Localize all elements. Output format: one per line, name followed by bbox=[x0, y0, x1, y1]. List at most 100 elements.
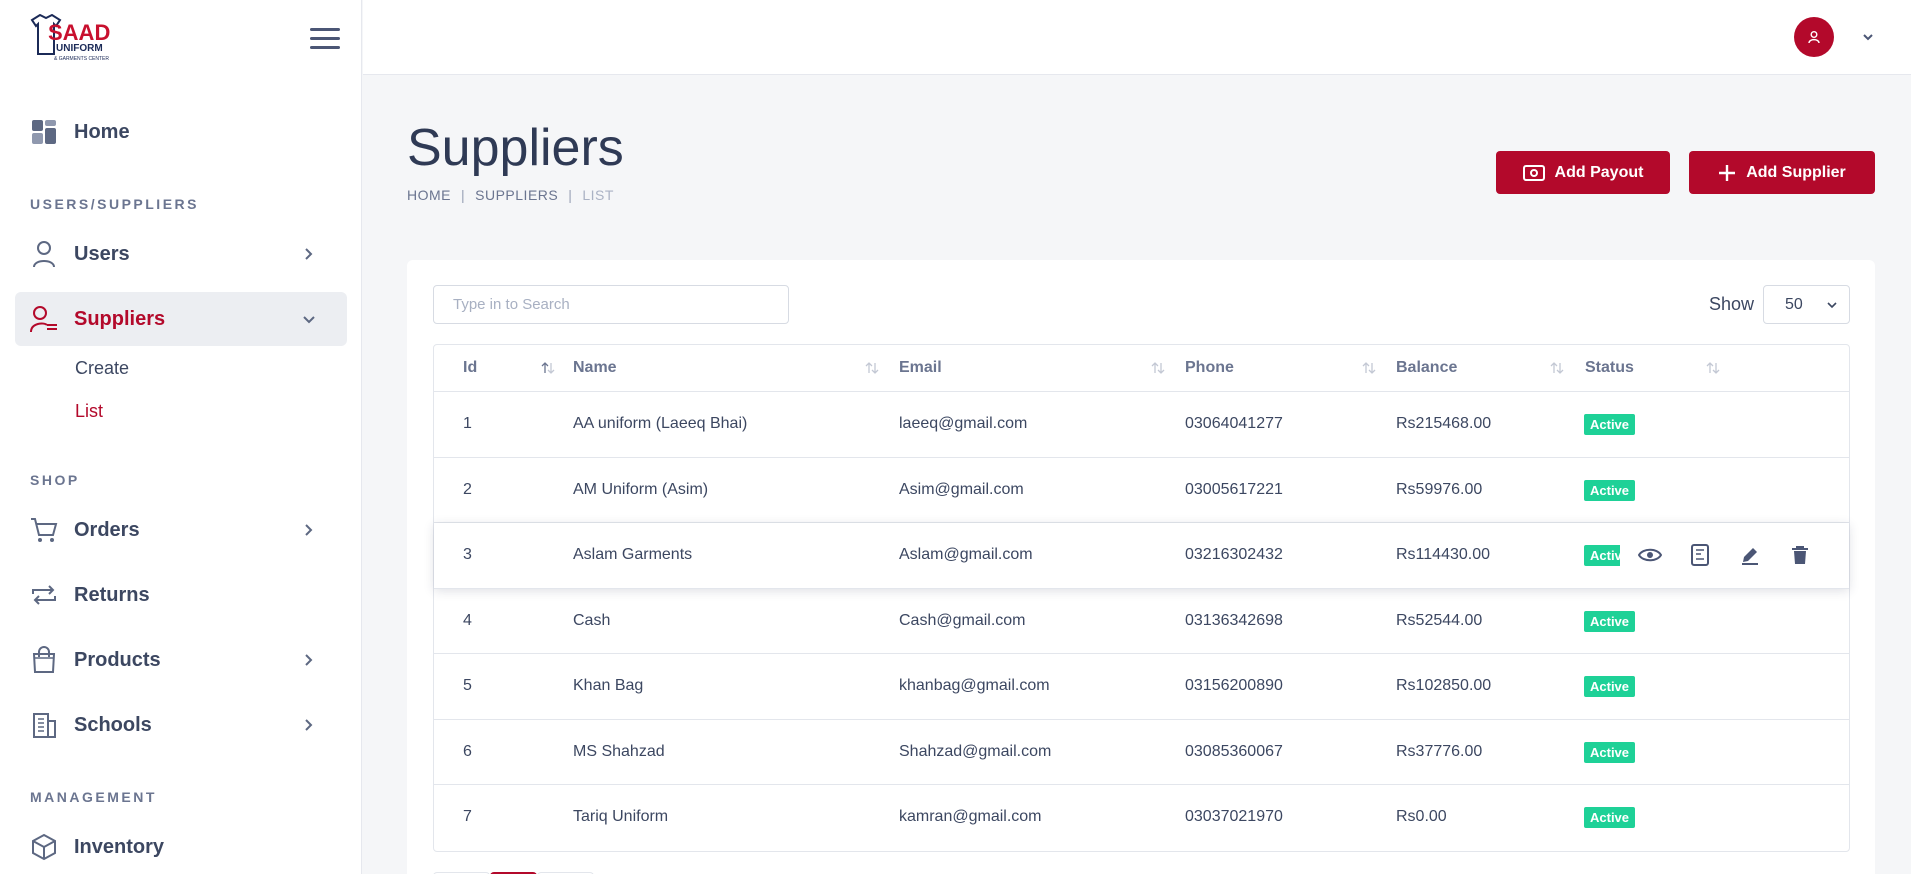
chevron-down-icon[interactable] bbox=[1860, 29, 1876, 45]
cell-email: Asim@gmail.com bbox=[899, 480, 1024, 498]
column-header-id[interactable]: Id bbox=[463, 359, 477, 377]
breadcrumb-separator: | bbox=[568, 187, 573, 203]
sidebar-subitem-list[interactable]: List bbox=[75, 401, 103, 422]
section-title-management: MANAGEMENT bbox=[30, 789, 157, 805]
svg-text:SAAD: SAAD bbox=[48, 20, 110, 45]
sort-icon[interactable] bbox=[1150, 360, 1166, 376]
sidebar: SAAD UNIFORM & GARMENTS CENTER Home USER… bbox=[0, 0, 362, 874]
sidebar-item-inventory[interactable]: Inventory bbox=[15, 820, 347, 874]
sidebar-item-label: Orders bbox=[74, 518, 140, 541]
table-header: Id Name Email Phone Balance Status bbox=[434, 345, 1849, 392]
breadcrumb-current: LIST bbox=[582, 187, 614, 203]
sidebar-item-label: Suppliers bbox=[74, 307, 166, 330]
sidebar-item-label: Returns bbox=[74, 583, 150, 606]
breadcrumb-suppliers[interactable]: SUPPLIERS bbox=[475, 187, 558, 203]
suppliers-card: Show 50 Id Name Email Phone Balance Stat… bbox=[407, 260, 1875, 874]
arrows-repeat-icon bbox=[30, 581, 58, 609]
sort-icon[interactable] bbox=[864, 360, 880, 376]
breadcrumb-home[interactable]: HOME bbox=[407, 187, 451, 203]
brand-logo[interactable]: SAAD UNIFORM & GARMENTS CENTER bbox=[28, 13, 114, 66]
table-row[interactable]: 7 Tariq Uniform kamran@gmail.com 0303702… bbox=[434, 785, 1849, 851]
column-header-email[interactable]: Email bbox=[899, 359, 942, 377]
column-header-name[interactable]: Name bbox=[573, 359, 617, 377]
delete-button[interactable] bbox=[1786, 541, 1814, 569]
cell-name: Cash bbox=[573, 611, 611, 629]
section-title-shop: SHOP bbox=[30, 472, 80, 488]
cell-id: 1 bbox=[463, 415, 472, 432]
cell-name: Khan Bag bbox=[573, 677, 644, 694]
column-header-status[interactable]: Status bbox=[1585, 359, 1634, 377]
add-payout-button[interactable]: Add Payout bbox=[1496, 151, 1670, 194]
table-row[interactable]: 6 MS Shahzad Shahzad@gmail.com 030853600… bbox=[434, 720, 1849, 785]
cell-name: Aslam Garments bbox=[573, 546, 693, 563]
user-avatar[interactable] bbox=[1794, 17, 1834, 57]
view-button[interactable] bbox=[1636, 541, 1664, 569]
page-size-label: Show bbox=[1709, 294, 1755, 314]
cell-name: AM Uniform (Asim) bbox=[573, 480, 709, 498]
sidebar-item-label: Products bbox=[74, 648, 161, 671]
column-header-phone[interactable]: Phone bbox=[1185, 359, 1234, 377]
chevron-right-icon bbox=[305, 248, 313, 260]
sidebar-item-products[interactable]: Products bbox=[15, 633, 347, 687]
add-supplier-label: Add Supplier bbox=[1746, 163, 1846, 181]
chevron-down-icon bbox=[303, 316, 315, 324]
cart-icon bbox=[30, 516, 58, 544]
table-row[interactable]: 5 Khan Bag khanbag@gmail.com 03156200890… bbox=[434, 654, 1849, 720]
user-icon bbox=[1808, 31, 1820, 44]
sidebar-item-users[interactable]: Users bbox=[15, 227, 347, 281]
cell-phone: 03085360067 bbox=[1185, 742, 1283, 760]
table-row[interactable]: 2 AM Uniform (Asim) Asim@gmail.com 03005… bbox=[434, 458, 1849, 523]
cell-name: MS Shahzad bbox=[573, 742, 665, 760]
cell-phone: 03005617221 bbox=[1185, 480, 1283, 498]
suppliers-table: Id Name Email Phone Balance Status 1 AA … bbox=[433, 344, 1850, 852]
sidebar-item-label: Users bbox=[74, 242, 130, 265]
status-badge: Active bbox=[1584, 479, 1636, 501]
sidebar-item-label: Schools bbox=[74, 713, 152, 736]
sort-icon[interactable] bbox=[1361, 360, 1377, 376]
cell-id: 5 bbox=[463, 677, 472, 694]
ledger-button[interactable] bbox=[1686, 541, 1714, 569]
page-size-select[interactable]: 50 bbox=[1763, 285, 1850, 324]
breadcrumb: HOME | SUPPLIERS | LIST bbox=[407, 187, 614, 203]
table-row[interactable]: 4 Cash Cash@gmail.com 03136342698 Rs5254… bbox=[434, 589, 1849, 654]
sidebar-item-label: Inventory bbox=[74, 835, 165, 858]
menu-toggle-icon[interactable] bbox=[310, 28, 340, 52]
cell-balance: Rs0.00 bbox=[1396, 808, 1447, 825]
breadcrumb-separator: | bbox=[461, 187, 466, 203]
money-icon bbox=[1522, 164, 1545, 181]
cell-balance: Rs215468.00 bbox=[1396, 415, 1492, 432]
sidebar-item-suppliers[interactable]: Suppliers bbox=[15, 292, 347, 346]
sidebar-item-home[interactable]: Home bbox=[15, 105, 347, 159]
column-header-balance[interactable]: Balance bbox=[1396, 359, 1457, 377]
sidebar-item-schools[interactable]: Schools bbox=[15, 698, 347, 752]
sidebar-subitem-create[interactable]: Create bbox=[75, 358, 129, 379]
sidebar-item-returns[interactable]: Returns bbox=[15, 568, 347, 622]
cell-id: 3 bbox=[463, 546, 472, 563]
sidebar-item-label: Home bbox=[74, 120, 130, 143]
dashboard-icon bbox=[30, 118, 58, 146]
table-row[interactable]: 3 Aslam Garments Aslam@gmail.com 0321630… bbox=[434, 523, 1849, 589]
row-actions bbox=[1620, 535, 1824, 575]
cell-email: Cash@gmail.com bbox=[899, 611, 1026, 629]
cell-phone: 03216302432 bbox=[1185, 546, 1283, 563]
cell-name: Tariq Uniform bbox=[573, 808, 669, 825]
cell-id: 6 bbox=[463, 742, 472, 760]
sort-icon[interactable] bbox=[1549, 360, 1565, 376]
chevron-down-icon bbox=[1827, 302, 1837, 309]
search-input[interactable] bbox=[433, 285, 789, 324]
cell-name: AA uniform (Laeeq Bhai) bbox=[573, 415, 748, 432]
cell-id: 2 bbox=[463, 480, 472, 498]
page-size-value: 50 bbox=[1785, 295, 1803, 313]
user-icon bbox=[30, 240, 58, 268]
edit-button[interactable] bbox=[1736, 541, 1764, 569]
add-supplier-button[interactable]: Add Supplier bbox=[1689, 151, 1875, 194]
sort-icon[interactable] bbox=[540, 360, 556, 376]
status-badge: Active bbox=[1584, 807, 1636, 828]
chevron-right-icon bbox=[305, 719, 313, 731]
cell-phone: 03037021970 bbox=[1185, 808, 1283, 825]
sort-icon[interactable] bbox=[1705, 360, 1721, 376]
table-row[interactable]: 1 AA uniform (Laeeq Bhai) laeeq@gmail.co… bbox=[434, 392, 1849, 458]
section-title-users: USERS/SUPPLIERS bbox=[30, 196, 199, 212]
sidebar-item-orders[interactable]: Orders bbox=[15, 503, 347, 557]
cell-id: 7 bbox=[463, 808, 472, 825]
